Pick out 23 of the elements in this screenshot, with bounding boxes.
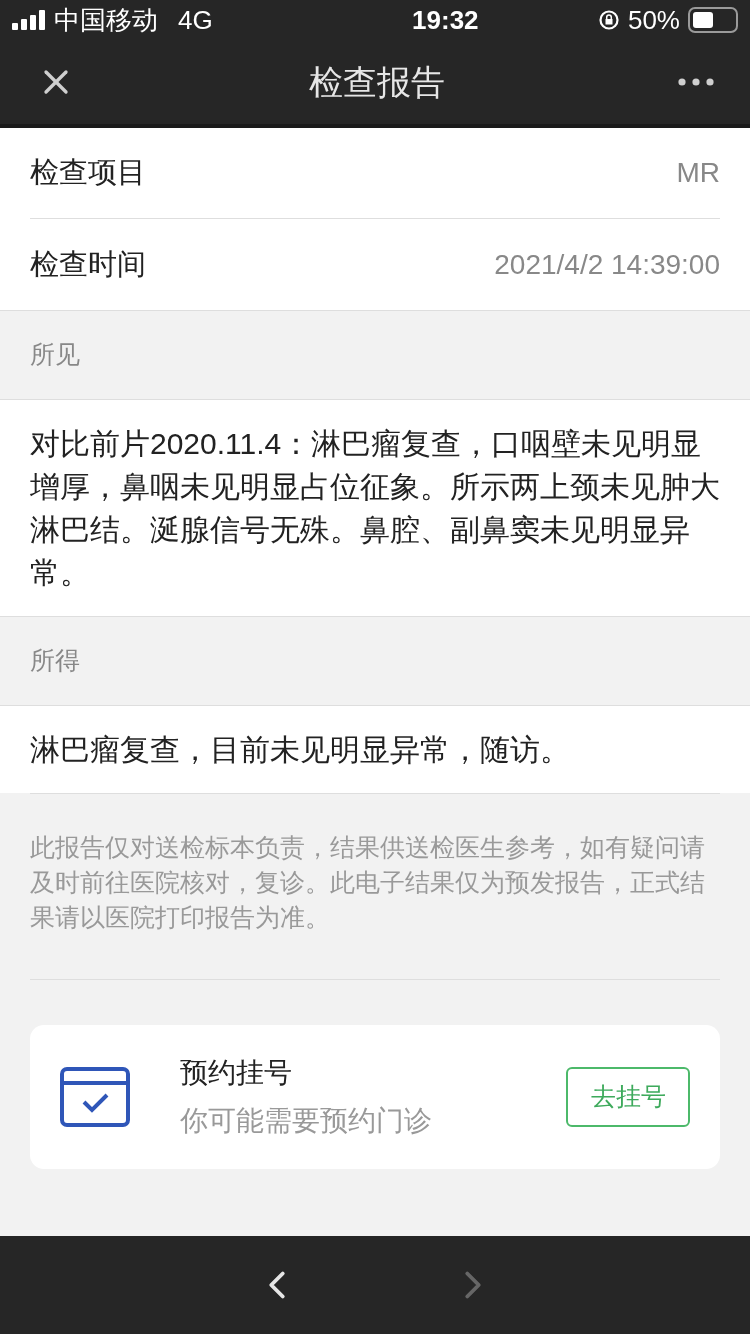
register-button[interactable]: 去挂号	[566, 1067, 690, 1127]
rotation-lock-icon	[597, 9, 620, 31]
card-subtitle: 你可能需要预约门诊	[180, 1104, 432, 1138]
section-text: 淋巴瘤复查，目前未见明显异常，随访。	[30, 732, 571, 768]
row-label: 检查时间	[30, 246, 146, 282]
battery-percent: 50%	[627, 3, 680, 37]
clock: 19:32	[412, 3, 479, 37]
row-value: 2021/4/2 14:39:00	[494, 247, 720, 282]
card-title: 预约挂号	[180, 1056, 293, 1090]
disclaimer-text: 此报告仅对送检标本负责，结果供送检医生参考，如有疑问请及时前往医院核对，复诊。此电子结果仅为预发报告，正式结果请以医院打印报告为准。	[30, 832, 706, 933]
battery-icon	[688, 7, 738, 33]
section-heading: 所见	[30, 339, 80, 371]
page-title: 检查报告	[309, 61, 445, 103]
section-text: 对比前片2020.11.4：淋巴瘤复查，口咽壁未见明显增厚，鼻咽未见明显占位征象。所示两上颈未见肿大淋巴结。涎腺信号无殊。鼻腔、副鼻窦未见明显异常。	[30, 426, 720, 591]
signal-icon	[12, 10, 46, 30]
more-button[interactable]	[678, 78, 714, 86]
row-value: MR	[676, 156, 720, 190]
row-label: 检查项目	[30, 155, 146, 191]
carrier-name: 中国移动	[54, 3, 158, 37]
section-heading: 所得	[30, 645, 80, 677]
network-type: 4G	[178, 3, 213, 37]
more-icon	[678, 78, 714, 86]
calendar-check-icon	[60, 1067, 130, 1127]
